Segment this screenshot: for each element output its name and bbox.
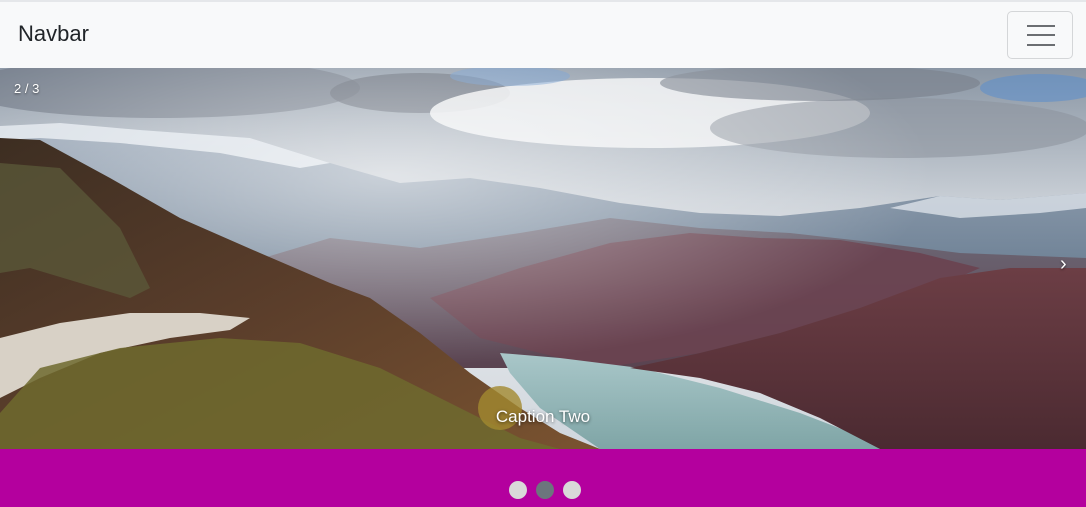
- slide-counter: 2 / 3: [14, 81, 40, 96]
- carousel-indicator-2[interactable]: [536, 481, 554, 499]
- carousel-indicator-bar: [0, 449, 1086, 507]
- slide-caption: Caption Two: [495, 407, 591, 426]
- carousel: 2 / 3 Caption Two ›: [0, 68, 1086, 449]
- carousel-indicator-3[interactable]: [563, 481, 581, 499]
- chevron-right-icon[interactable]: ›: [1060, 254, 1067, 274]
- navbar-brand[interactable]: Navbar: [18, 21, 89, 47]
- carousel-indicator-1[interactable]: [509, 481, 527, 499]
- slide-image: [0, 68, 1086, 449]
- navbar: Navbar: [0, 0, 1086, 68]
- navbar-toggler-button[interactable]: [1007, 11, 1073, 59]
